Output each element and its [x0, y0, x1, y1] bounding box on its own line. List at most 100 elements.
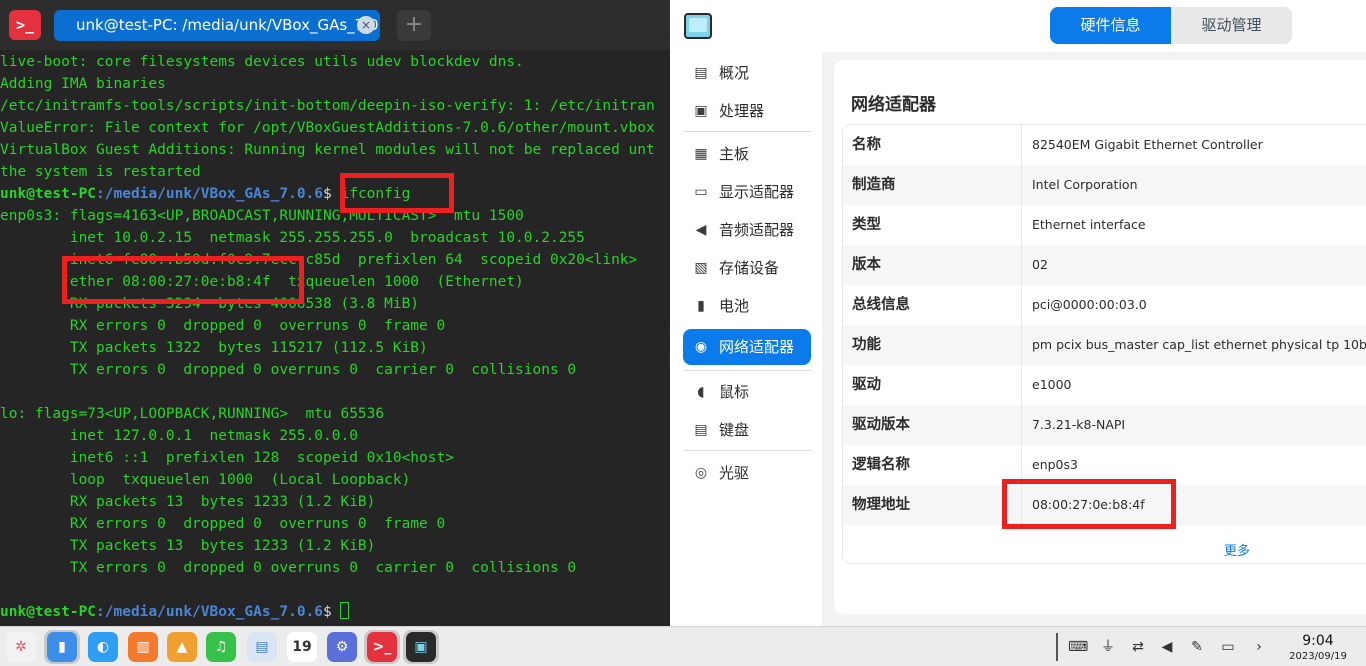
dock-glyph: 19	[292, 639, 312, 655]
sidebar-item-mouse[interactable]: ◖ 鼠标	[683, 374, 811, 410]
row-key: 物理地址	[843, 485, 1022, 525]
clock-date[interactable]: 2023/09/19	[1286, 651, 1350, 662]
sidebar-item-cpu[interactable]: ▣ 处理器	[683, 93, 811, 129]
launcher-icon[interactable]: ✲	[6, 632, 36, 662]
row-value: e1000	[1032, 377, 1072, 392]
terminal-line: RX errors 0 dropped 0 overruns 0 frame 0	[0, 318, 446, 334]
more-link[interactable]: 更多	[1224, 540, 1250, 559]
terminal-prompt-line: unk@test-PC:/media/unk/VBox_GAs_7.0.6$ i…	[0, 183, 670, 205]
row-value: Ethernet interface	[1032, 217, 1146, 232]
volume-icon[interactable]: ◀	[1158, 638, 1176, 656]
row-value: 7.3.21-k8-NAPI	[1032, 417, 1126, 432]
device-manager-icon[interactable]: ▣	[406, 632, 436, 662]
terminal-icon[interactable]: >_	[367, 632, 397, 662]
sidebar-item-label: 音频适配器	[719, 221, 795, 239]
terminal-window[interactable]: >_ unk@test-PC: /media/unk/VBox_GAs_7.0.…	[0, 0, 670, 626]
sidebar-item-label: 键盘	[719, 421, 750, 439]
row-value: pm pcix bus_master cap_list ethernet phy…	[1032, 337, 1366, 352]
new-tab-button[interactable]: +	[397, 10, 431, 41]
terminal-tab-title: unk@test-PC: /media/unk/VBox_GAs_7.0.6	[76, 16, 380, 34]
table-row: 名称 82540EM Gigabit Ethernet Controller	[843, 125, 1366, 165]
calendar-icon[interactable]: 19	[287, 632, 317, 662]
terminal-tab[interactable]: unk@test-PC: /media/unk/VBox_GAs_7.0.6	[54, 10, 380, 41]
prompt-path: :/media/unk/VBox_GAs_7.0.6	[96, 186, 324, 202]
terminal-line: RX packets 13 bytes 1233 (1.2 KiB)	[0, 494, 376, 510]
mouse-icon: ◖	[697, 384, 705, 400]
prompt-user: unk@test-PC	[0, 604, 97, 620]
table-row: 版本 02	[843, 245, 1366, 285]
clock-time[interactable]: 9:04	[1290, 633, 1346, 649]
terminal-line: inet6 ::1 prefixlen 128 scopeid 0x10<hos…	[0, 450, 454, 466]
device-info-table: 名称 82540EM Gigabit Ethernet Controller 制造商…	[842, 124, 1366, 564]
sidebar-item-storage[interactable]: ▧ 存储设备	[683, 250, 811, 286]
sidebar-item-battery[interactable]: ▮ 电池	[683, 288, 811, 324]
terminal-line: TX errors 0 dropped 0 overruns 0 carrier…	[0, 362, 577, 378]
close-tab-icon[interactable]: ×	[357, 16, 375, 34]
network-icon[interactable]: ⇄	[1129, 638, 1147, 656]
usb-icon[interactable]: ⏚	[1099, 638, 1117, 656]
document-viewer-icon[interactable]: ▤	[247, 632, 277, 662]
table-row: 功能 pm pcix bus_master cap_list ethernet p…	[843, 325, 1366, 365]
row-key: 版本	[843, 245, 1022, 285]
screenshot-icon[interactable]: ✎	[1188, 638, 1206, 656]
tab-driver-management[interactable]: 驱动管理	[1171, 7, 1292, 44]
sidebar-item-audio[interactable]: ◀ 音频适配器	[683, 212, 811, 248]
terminal-line: the system is restarted	[0, 164, 201, 180]
row-key: 总线信息	[843, 285, 1022, 325]
settings-icon[interactable]: ⚙	[327, 632, 357, 662]
terminal-output[interactable]: live-boot: core filesystems devices util…	[0, 51, 670, 623]
overview-icon: ▤	[694, 65, 708, 81]
taskbar: ✲ ▮ ◐ ▥ ▲ ♫ ▤ 19 ⚙ >_ ▣ ⌨ ⏚ ⇄ ◀ ✎ ▭ › 9:04 2023/09/19	[0, 626, 1366, 666]
terminal-line: enp0s3: flags=4163<UP,BROADCAST,RUNNING,…	[0, 208, 524, 224]
terminal-app-icon[interactable]: >_	[9, 10, 41, 40]
terminal-line: lo: flags=73<UP,LOOPBACK,RUNNING> mtu 65…	[0, 406, 385, 422]
dock-glyph: ▲	[176, 639, 188, 655]
sidebar-item-optical-drive[interactable]: ◎ 光驱	[683, 455, 811, 491]
device-category-sidebar: ▤ 概况 ▣ 处理器 ▦ 主板 ▭ 显示适配器 ◀ 音频适配器 ▧ 存储设备 ▮ 电池 ◉ 网络适配器 ◖ 鼠标 ▤…	[670, 52, 822, 626]
prompt-symbol: $	[323, 604, 341, 620]
terminal-line: Adding IMA binaries	[0, 76, 166, 92]
device-manager-header: 硬件信息 驱动管理	[670, 0, 1366, 52]
dock-glyph: ▮	[58, 639, 66, 655]
row-value: 02	[1032, 257, 1048, 272]
dock-glyph: ⚙	[335, 639, 349, 655]
row-value: enp0s3	[1032, 457, 1078, 472]
music-icon[interactable]: ♫	[206, 632, 236, 662]
tab-hardware-info[interactable]: 硬件信息	[1050, 7, 1171, 44]
sidebar-item-label: 处理器	[719, 102, 765, 120]
dock-glyph: >_	[372, 639, 392, 655]
sidebar-item-keyboard[interactable]: ▤ 键盘	[683, 412, 811, 448]
image-viewer-icon[interactable]: ▲	[167, 632, 197, 662]
terminal-prompt-line: unk@test-PC:/media/unk/VBox_GAs_7.0.6$	[0, 601, 670, 623]
app-store-icon[interactable]: ▥	[128, 632, 158, 662]
dock-glyph: ✲	[15, 639, 27, 655]
storage-icon: ▧	[694, 260, 708, 276]
table-row: 物理地址 08:00:27:0e:b8:4f	[843, 485, 1366, 525]
device-manager-window: 硬件信息 驱动管理 ▤ 概况 ▣ 处理器 ▦ 主板 ▭ 显示适配器 ◀ 音频适配器 ▧ 存储设备 ▮ 电池…	[670, 0, 1366, 626]
browser-icon[interactable]: ◐	[88, 632, 118, 662]
keyboard-layout-icon[interactable]: ⌨	[1068, 638, 1088, 656]
sidebar-item-network-adapter[interactable]: ◉ 网络适配器	[683, 329, 811, 365]
table-row: 类型 Ethernet interface	[843, 205, 1366, 245]
sidebar-item-label: 概况	[719, 64, 750, 82]
dock-glyph: ▤	[255, 639, 269, 655]
network-adapter-icon: ◉	[694, 339, 708, 355]
battery-icon[interactable]: ▭	[1219, 638, 1237, 656]
sidebar-item-display-adapter[interactable]: ▭ 显示适配器	[683, 174, 811, 210]
table-row: 总线信息 pci@0000:00:03.0	[843, 285, 1366, 325]
file-manager-icon[interactable]: ▮	[47, 632, 77, 662]
terminal-line: TX packets 13 bytes 1233 (1.2 KiB)	[0, 538, 376, 554]
terminal-line: VirtualBox Guest Additions: Running kern…	[0, 142, 655, 158]
terminal-line: inet 10.0.2.15 netmask 255.255.255.0 bro…	[0, 230, 585, 246]
terminal-line: TX packets 1322 bytes 115217 (112.5 KiB)	[0, 340, 428, 356]
sidebar-item-label: 电池	[719, 297, 750, 315]
expand-tray-icon[interactable]: ›	[1250, 638, 1268, 656]
sidebar-item-overview[interactable]: ▤ 概况	[683, 55, 811, 91]
sidebar-divider	[683, 370, 811, 371]
terminal-cursor[interactable]	[340, 602, 350, 619]
dock-glyph: ▥	[136, 639, 150, 655]
sidebar-item-motherboard[interactable]: ▦ 主板	[683, 136, 811, 172]
sidebar-divider	[683, 131, 811, 132]
device-manager-app-icon	[684, 13, 712, 39]
